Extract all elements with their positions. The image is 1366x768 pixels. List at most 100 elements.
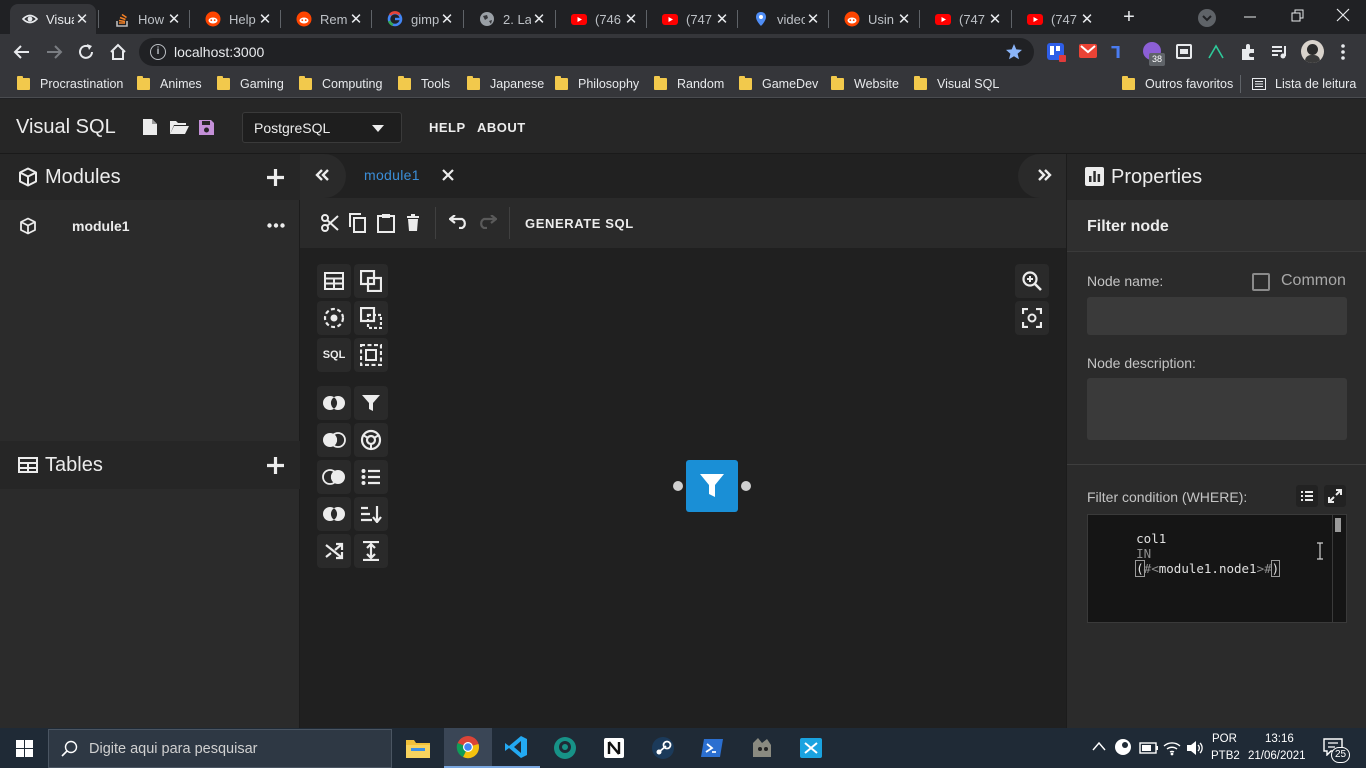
clock-time[interactable]: 13:16 [1265,733,1294,745]
format-list-button[interactable] [1296,485,1318,507]
add-module-button[interactable] [266,168,285,187]
forward-button[interactable] [42,41,66,63]
zoom-in-button[interactable] [1015,264,1049,298]
minimize-window-button[interactable] [1240,8,1260,26]
bookmark-folder[interactable]: Procrastination [17,76,123,92]
site-info-icon[interactable]: i [150,44,166,60]
more-options-icon[interactable] [267,223,285,228]
bookmark-folder[interactable]: Website [831,76,899,92]
about-link[interactable]: ABOUT [477,120,526,135]
address-bar[interactable]: i localhost:3000 [139,38,1034,66]
collapse-right-button[interactable] [1018,154,1066,198]
close-tab-icon[interactable]: ✕ [348,10,364,28]
add-table-button[interactable] [266,456,285,475]
back-button[interactable] [10,41,34,63]
node-description-input[interactable] [1087,378,1347,440]
node-output-port[interactable] [741,481,751,491]
close-tab-icon[interactable]: ✕ [166,10,182,28]
browser-tab[interactable]: Usin ✕ [832,4,918,34]
browser-tab[interactable]: (747 ✕ [650,4,736,34]
collapse-left-button[interactable] [300,154,346,198]
sql-node-tool[interactable]: SQL [317,338,351,372]
common-checkbox[interactable] [1252,273,1270,291]
bookmark-folder[interactable]: Computing [299,76,382,92]
expand-editor-button[interactable] [1324,485,1346,507]
browser-menu-icon[interactable] [1340,44,1346,60]
filter-node[interactable] [686,460,738,512]
language-top[interactable]: POR [1212,733,1237,745]
bookmark-folder[interactable]: Animes [137,76,202,92]
close-window-button[interactable] [1333,5,1353,25]
filter-condition-editor[interactable]: col1 IN (#<module1.node1>#) [1087,514,1347,623]
close-tab-icon[interactable]: ✕ [531,10,547,28]
close-tab-icon[interactable]: ✕ [896,10,912,28]
tray-chevron-up-icon[interactable] [1092,741,1106,751]
node-name-input[interactable] [1087,297,1347,335]
browser-tab[interactable]: 2. Lay✕ [467,4,553,34]
taskbar-search-box[interactable]: Digite aqui para pesquisar [48,729,392,768]
join-node-tool[interactable] [317,386,351,420]
union-node-tool[interactable] [354,264,388,298]
file-explorer-icon[interactable] [394,728,442,768]
node-canvas[interactable]: SQL [300,248,1066,728]
restore-window-button[interactable] [1287,6,1307,26]
browser-tab[interactable]: (747 ✕ [923,4,1009,34]
snipping-tool-icon[interactable] [787,728,835,768]
group-node-tool[interactable] [354,423,388,457]
close-tab-icon[interactable]: ✕ [74,10,90,28]
battery-icon[interactable] [1139,741,1159,755]
new-file-button[interactable] [142,118,158,136]
close-tab-icon[interactable]: ✕ [1079,10,1095,28]
copy-node-tool[interactable] [354,301,388,335]
home-button[interactable] [106,41,130,63]
generate-sql-button[interactable]: GENERATE SQL [525,216,634,231]
gitkraken-icon[interactable] [541,728,589,768]
close-tab-icon[interactable]: ✕ [987,10,1003,28]
module-list-item[interactable]: module1 [0,209,300,243]
close-tab-icon[interactable]: ✕ [805,10,821,28]
extension-triangle-icon[interactable] [1207,43,1225,61]
node-input-port[interactable] [673,481,683,491]
except-node-tool[interactable] [317,497,351,531]
language-bottom[interactable]: PTB2 [1211,750,1240,762]
bookmark-folder[interactable]: Philosophy [555,76,639,92]
browser-tab[interactable]: (746 ✕ [559,4,645,34]
order-node-tool[interactable] [354,497,388,531]
close-tab-icon[interactable]: ✕ [257,10,273,28]
open-file-button[interactable] [169,119,189,135]
close-tab-icon[interactable] [441,168,455,182]
help-link[interactable]: HELP [429,120,466,135]
left-join-node-tool[interactable] [317,423,351,457]
filter-node-tool[interactable] [354,386,388,420]
bookmark-folder[interactable]: Gaming [217,76,284,92]
bookmark-folder[interactable]: Tools [398,76,450,92]
powershell-icon[interactable] [688,728,736,768]
shuffle-node-tool[interactable] [317,534,351,568]
clock-date[interactable]: 21/06/2021 [1248,750,1306,762]
media-control-icon[interactable] [1271,44,1289,60]
reading-list[interactable]: Lista de leitura [1252,76,1356,92]
browser-tab[interactable]: videc ✕ [741,4,827,34]
bookmark-other[interactable]: Outros favoritos [1122,76,1233,92]
browser-tab[interactable]: How ✕ [102,4,188,34]
delete-button[interactable] [406,214,420,231]
bookmark-folder[interactable]: Visual SQL [914,76,999,92]
browser-tab[interactable]: Help ✕ [193,4,279,34]
extension-trello-icon[interactable] [1047,43,1066,62]
import-node-tool[interactable] [317,301,351,335]
chrome-icon[interactable] [444,728,492,768]
bookmark-star-icon[interactable] [1005,43,1023,61]
redo-button[interactable] [477,215,497,229]
dialect-select[interactable]: PostgreSQL [242,112,402,143]
windows-start-button[interactable] [0,728,48,768]
new-tab-button[interactable]: + [1116,7,1142,28]
table-node-tool[interactable] [317,264,351,298]
select-node-tool[interactable] [354,338,388,372]
limit-node-tool[interactable] [354,534,388,568]
browser-tab[interactable]: Remo✕ [284,4,370,34]
profile-avatar[interactable] [1301,40,1324,63]
extensions-puzzle-icon[interactable] [1239,43,1257,61]
gimp-icon[interactable] [738,728,786,768]
bookmark-folder[interactable]: Japanese [467,76,544,92]
close-tab-icon[interactable]: ✕ [439,10,455,28]
